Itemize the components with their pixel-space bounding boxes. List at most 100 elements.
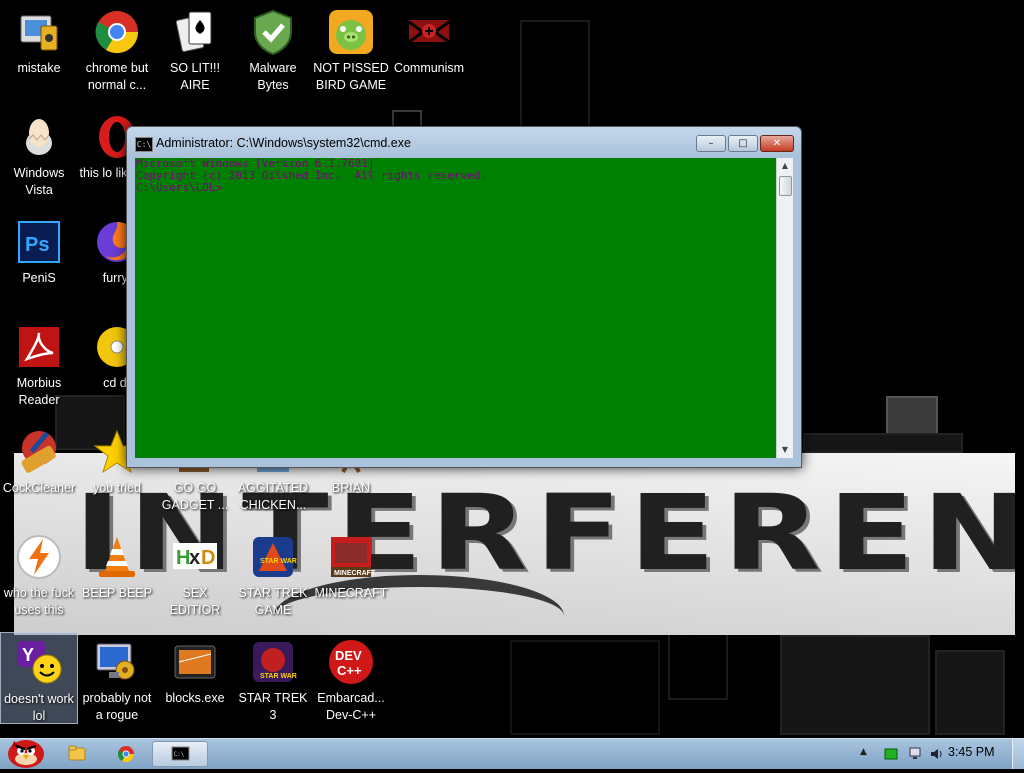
desktop-icon-hxd[interactable]: Hx D SEX EDITIOR — [156, 527, 234, 619]
desktop-icon-label: Morbius Reader — [16, 376, 62, 407]
desktop-icon-vista[interactable]: Windows Vista — [0, 107, 78, 199]
wallpaper-square — [780, 635, 930, 735]
solitaire-cards-icon — [171, 8, 219, 56]
show-desktop-button[interactable] — [1012, 739, 1024, 769]
show-hidden-icons-button[interactable]: ▲ — [860, 747, 867, 757]
svg-text:MINECRAFT: MINECRAFT — [334, 570, 375, 577]
svg-text:x: x — [189, 547, 200, 569]
chrome-icon — [117, 746, 135, 763]
svg-text:Y: Y — [22, 645, 34, 665]
taskbar-explorer[interactable] — [56, 741, 98, 767]
desktop: INTERFERENCE mistakechrome but normal c.… — [0, 0, 1024, 738]
desktop-icon-label: PeniS — [22, 271, 56, 285]
green-pig-icon — [327, 8, 375, 56]
desktop-icon-communism[interactable]: Communism — [390, 2, 468, 94]
desktop-icon-label: SEX EDITIOR — [169, 586, 221, 617]
desktop-icon-label: mistake — [17, 61, 61, 75]
desktop-icon-blocks[interactable]: blocks.exe — [156, 632, 234, 724]
monitor-gears-icon — [93, 638, 141, 686]
folder-icon — [68, 745, 86, 761]
window-titlebar[interactable]: C:\ Administrator: C:\Windows\system32\c… — [127, 127, 801, 159]
vertical-scrollbar[interactable]: ▲ ▼ — [776, 158, 793, 458]
desktop-icon-label: NOT PISSED BIRD GAME — [313, 61, 389, 92]
desktop-icon-label: Communism — [393, 61, 465, 75]
desktop-icon-ps[interactable]: Ps PeniS — [0, 212, 78, 304]
cmd-window[interactable]: C:\ Administrator: C:\Windows\system32\c… — [126, 126, 802, 468]
star-wars-3-icon: STAR WARS — [249, 638, 302, 686]
wallpaper-square — [668, 630, 728, 700]
taskbar-chrome[interactable] — [105, 741, 147, 767]
console-output[interactable]: Microsoft Windows [Version 6.1.7601] Cop… — [135, 158, 776, 458]
window-title: Administrator: C:\Windows\system32\cmd.e… — [156, 136, 411, 150]
desktop-icon-startrek3[interactable]: STAR WARS STAR TREK 3 — [234, 632, 312, 724]
desktop-icon-whothe[interactable]: who the fuck uses this — [0, 527, 78, 619]
traffic-cone-icon — [93, 533, 141, 581]
svg-text:Ps: Ps — [25, 234, 49, 256]
desktop-icon-label: BEEP BEEP — [82, 586, 152, 600]
wallpaper-square — [510, 640, 660, 735]
desktop-icon-solit[interactable]: SO LIT!!! AIRE — [156, 2, 234, 94]
hxd-icon: HxD — [171, 533, 219, 581]
desktop-icon-label: AGGITATED CHICKEN... — [237, 481, 309, 512]
desktop-icon-label: GO GO GADGET ... — [161, 481, 229, 512]
red-emblem-icon — [405, 8, 453, 56]
broom-icon — [15, 428, 63, 476]
action-center-flag-icon[interactable] — [883, 747, 899, 761]
desktop-icon-chrome[interactable]: chrome but normal c... — [78, 2, 156, 94]
desktop-icon-label: doesn't work lol — [4, 692, 74, 723]
scroll-thumb[interactable] — [779, 176, 792, 196]
desktop-icon-rogue[interactable]: probably not a rogue — [78, 632, 156, 724]
taskbar-clock[interactable]: 3:45 PM — [948, 745, 995, 759]
scroll-down-arrow[interactable]: ▼ — [777, 442, 793, 458]
desktop-icon-label: Windows Vista — [13, 166, 65, 197]
desktop-icon-morbius[interactable]: Morbius Reader — [0, 317, 78, 409]
desktop-icon-ccleaner[interactable]: CockCleaner — [0, 422, 78, 514]
blocks-icon — [171, 638, 219, 686]
desktop-icon-minecraft[interactable]: MINECRAFT MINECRAFT — [312, 527, 390, 619]
desktop-icon-label: you tried — [93, 481, 141, 495]
console-prompt: C:\Users\LOL> — [136, 181, 223, 194]
desktop-icon-label: STAR TREK 3 — [238, 691, 308, 722]
svg-text:D: D — [201, 547, 215, 569]
network-icon[interactable] — [908, 746, 924, 762]
maximize-button[interactable]: □ — [728, 135, 758, 152]
computer-sound-icon — [15, 8, 63, 56]
minecraft-icon: MINECRAFT — [327, 533, 376, 581]
wallpaper-square — [803, 433, 963, 453]
desktop-icon-vlc[interactable]: BEEP BEEP — [78, 527, 156, 619]
console-icon: C:\ — [135, 137, 153, 152]
desktop-icon-yahoo[interactable]: Ydoesn't work lol — [0, 632, 78, 724]
desktop-icon-startrekgame[interactable]: STAR WARS STAR TREK GAME — [234, 527, 312, 619]
angry-bird-start-icon — [8, 740, 44, 768]
desktop-icon-label: SO LIT!!! AIRE — [169, 61, 220, 92]
taskbar-cmd[interactable]: C:\ — [152, 741, 208, 767]
console-icon: C:\ — [171, 746, 190, 761]
svg-text:C:\: C:\ — [174, 751, 185, 758]
desktop-icon-label: probably not a rogue — [82, 691, 152, 722]
svg-text:STAR WARS: STAR WARS — [260, 673, 297, 680]
svg-text:C++: C++ — [337, 663, 362, 678]
taskbar: C:\ ▲ 3:45 PM — [0, 738, 1024, 769]
star-wars-game-icon: STAR WARS — [249, 533, 302, 581]
wallpaper-square — [935, 650, 1005, 735]
lightning-icon — [15, 533, 63, 581]
close-button[interactable]: ✕ — [760, 135, 794, 152]
acrobat-icon — [15, 323, 63, 371]
desktop-icon-devcpp[interactable]: DEV C++ Embarcad... Dev-C++ — [312, 632, 390, 724]
minimize-button[interactable]: – — [696, 135, 726, 152]
shield-check-icon — [249, 8, 297, 56]
desktop-icon-label: STAR TREK GAME — [238, 586, 308, 617]
desktop-icon-label: chrome but normal c... — [85, 61, 149, 92]
scroll-up-arrow[interactable]: ▲ — [777, 158, 793, 174]
desktop-icon-malware[interactable]: Malware Bytes — [234, 2, 312, 94]
volume-icon[interactable] — [929, 746, 945, 762]
yahoo-messenger-icon: Y — [15, 639, 63, 687]
desktop-icon-label: MINECRAFT — [314, 586, 388, 600]
desktop-icon-label: Embarcad... Dev-C++ — [317, 691, 385, 722]
desktop-icon-birdgame[interactable]: NOT PISSED BIRD GAME — [312, 2, 390, 94]
desktop-icon-mistake[interactable]: mistake — [0, 2, 78, 94]
chrome-icon — [93, 8, 141, 56]
devcpp-icon: DEV C++ — [327, 638, 375, 686]
svg-text:STAR WARS: STAR WARS — [260, 558, 297, 565]
start-button[interactable] — [0, 733, 50, 769]
